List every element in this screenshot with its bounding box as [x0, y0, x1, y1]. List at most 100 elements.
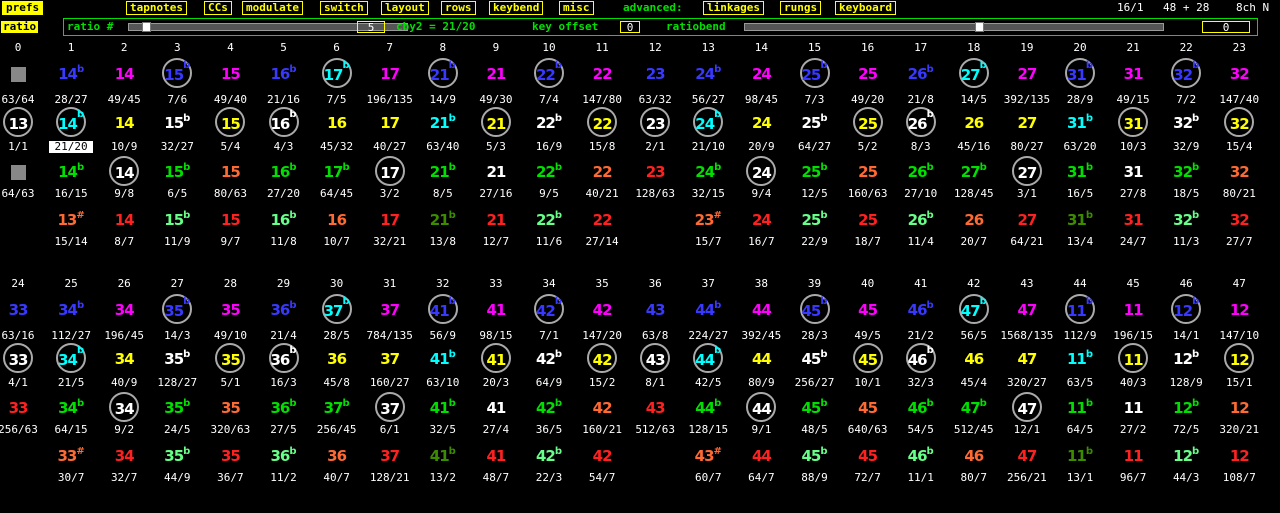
note-key[interactable]: 44b: [682, 343, 734, 373]
note-key[interactable]: 26b: [895, 210, 947, 230]
tab-misc[interactable]: misc: [559, 1, 594, 15]
note-key[interactable]: 32: [1213, 107, 1265, 137]
ratio-number-slider-knob[interactable]: [142, 22, 151, 32]
note-key[interactable]: 17: [364, 64, 416, 84]
note-key[interactable]: 32: [1213, 162, 1265, 182]
note-key[interactable]: 47b: [948, 294, 1000, 324]
note-key[interactable]: 22b: [523, 113, 575, 133]
tab-rungs[interactable]: rungs: [780, 1, 822, 15]
note-key[interactable]: 16b: [258, 107, 310, 137]
note-key[interactable]: 24: [735, 113, 787, 133]
note-key[interactable]: 25b: [789, 210, 841, 230]
note-key[interactable]: 22b: [523, 58, 575, 88]
note-key[interactable]: 35: [204, 343, 256, 373]
note-key[interactable]: 17b: [311, 162, 363, 182]
note-key[interactable]: 23#: [682, 210, 734, 230]
key-offset-value[interactable]: 0: [620, 21, 640, 33]
note-key[interactable]: 21b: [417, 113, 469, 133]
note-key[interactable]: 32: [1213, 210, 1265, 230]
note-key[interactable]: 15: [204, 107, 256, 137]
note-key[interactable]: 11: [1107, 446, 1159, 466]
note-key[interactable]: 26: [948, 113, 1000, 133]
note-key[interactable]: 11: [1107, 343, 1159, 373]
note-key[interactable]: 27: [1001, 64, 1053, 84]
note-key[interactable]: 11b: [1054, 349, 1106, 369]
note-key[interactable]: 42: [576, 300, 628, 320]
note-key[interactable]: 45: [842, 343, 894, 373]
note-key[interactable]: 43: [629, 398, 681, 418]
note-key[interactable]: 12: [1213, 398, 1265, 418]
note-key[interactable]: 26b: [895, 64, 947, 84]
note-key[interactable]: 33: [0, 343, 44, 373]
note-key[interactable]: 26: [948, 210, 1000, 230]
note-key[interactable]: 12b: [1160, 294, 1212, 324]
note-key[interactable]: 35: [204, 398, 256, 418]
note-key[interactable]: 46: [948, 349, 1000, 369]
note-key[interactable]: 36b: [258, 300, 310, 320]
note-key[interactable]: 27b: [948, 162, 1000, 182]
note-key[interactable]: 41b: [417, 398, 469, 418]
note-key[interactable]: 12: [1213, 300, 1265, 320]
tab-layout[interactable]: layout: [381, 1, 429, 15]
note-key[interactable]: 11b: [1054, 398, 1106, 418]
note-key[interactable]: 25b: [789, 113, 841, 133]
note-key[interactable]: 42b: [523, 349, 575, 369]
note-key[interactable]: 32b: [1160, 210, 1212, 230]
note-key[interactable]: 11b: [1054, 294, 1106, 324]
note-key[interactable]: 36b: [258, 398, 310, 418]
note-key[interactable]: 44: [735, 349, 787, 369]
tab-keyboard[interactable]: keyboard: [835, 1, 896, 15]
note-key[interactable]: 45: [842, 398, 894, 418]
note-key[interactable]: 11b: [1054, 446, 1106, 466]
note-key[interactable]: 15b: [151, 113, 203, 133]
note-key[interactable]: 23: [629, 107, 681, 137]
note-key[interactable]: 41: [470, 300, 522, 320]
note-key[interactable]: 25b: [789, 58, 841, 88]
note-key[interactable]: 15b: [151, 58, 203, 88]
note-key[interactable]: 15b: [151, 162, 203, 182]
note-key[interactable]: 12b: [1160, 446, 1212, 466]
ratio-mode-tag[interactable]: ratio: [1, 21, 39, 33]
note-key[interactable]: 35b: [151, 446, 203, 466]
note-key[interactable]: 21b: [417, 210, 469, 230]
note-key[interactable]: 36: [311, 446, 363, 466]
note-key[interactable]: 22b: [523, 210, 575, 230]
unison-square-marker[interactable]: [11, 67, 26, 82]
note-key[interactable]: 45b: [789, 349, 841, 369]
note-key[interactable]: 45b: [789, 398, 841, 418]
note-key[interactable]: 14: [98, 210, 150, 230]
note-key[interactable]: 24b: [682, 64, 734, 84]
note-key[interactable]: 22: [576, 162, 628, 182]
note-key[interactable]: 32b: [1160, 113, 1212, 133]
note-key[interactable]: 17: [364, 113, 416, 133]
note-key[interactable]: 37: [364, 300, 416, 320]
note-key[interactable]: 14b: [45, 162, 97, 182]
unison-square-marker[interactable]: [11, 165, 26, 180]
note-key[interactable]: 34: [98, 300, 150, 320]
note-key[interactable]: 31: [1107, 64, 1159, 84]
note-key[interactable]: 12b: [1160, 398, 1212, 418]
note-key[interactable]: 25: [842, 107, 894, 137]
note-key[interactable]: 31b: [1054, 162, 1106, 182]
prefs-button[interactable]: prefs: [2, 1, 44, 15]
note-key[interactable]: 16b: [258, 64, 310, 84]
note-key[interactable]: 42: [576, 398, 628, 418]
note-key[interactable]: 41b: [417, 446, 469, 466]
tab-tapnotes[interactable]: tapnotes: [126, 1, 187, 15]
ratio-number-value[interactable]: 5: [357, 21, 385, 33]
note-key[interactable]: 35: [204, 300, 256, 320]
note-key[interactable]: 31b: [1054, 210, 1106, 230]
note-key[interactable]: 37: [364, 446, 416, 466]
note-key[interactable]: 13: [0, 107, 44, 137]
note-key[interactable]: 41: [470, 398, 522, 418]
note-key[interactable]: 33: [0, 398, 44, 418]
note-key[interactable]: 42b: [523, 446, 575, 466]
note-key[interactable]: 46b: [895, 300, 947, 320]
note-key[interactable]: 44b: [682, 300, 734, 320]
note-key[interactable]: 15: [204, 162, 256, 182]
note-key[interactable]: 22: [576, 107, 628, 137]
note-key[interactable]: 42b: [523, 294, 575, 324]
note-key[interactable]: 31b: [1054, 58, 1106, 88]
note-key[interactable]: 34: [98, 392, 150, 422]
note-key[interactable]: 25b: [789, 162, 841, 182]
